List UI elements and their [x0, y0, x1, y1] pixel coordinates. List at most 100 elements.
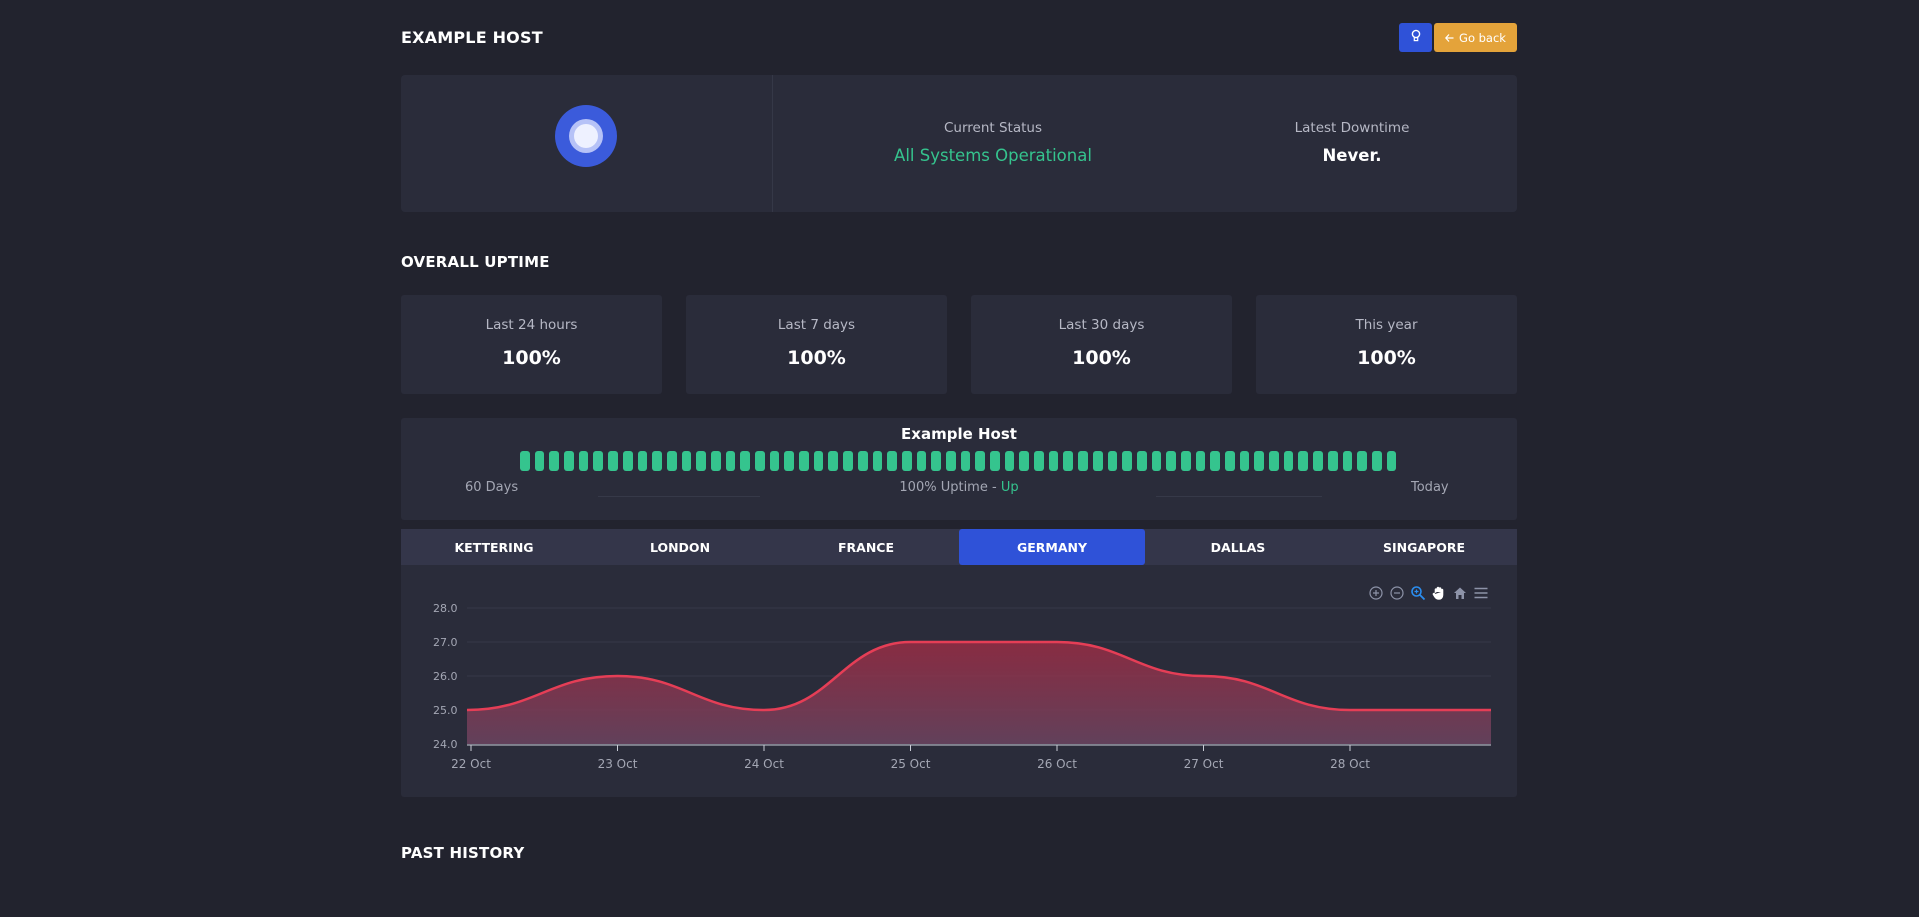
- uptime-day-bar[interactable]: [784, 451, 795, 471]
- uptime-value: 100%: [787, 347, 846, 369]
- uptime-day-bar[interactable]: [549, 451, 560, 471]
- x-tick-label: 22 Oct: [451, 757, 491, 771]
- uptime-day-bar[interactable]: [872, 451, 883, 471]
- uptime-day-bar[interactable]: [1225, 451, 1235, 471]
- uptime-day-bar[interactable]: [931, 451, 941, 471]
- tab-london[interactable]: LONDON: [587, 529, 773, 565]
- uptime-day-bar[interactable]: [1195, 451, 1206, 471]
- uptime-day-bar[interactable]: [696, 451, 706, 471]
- uptime-day-bar[interactable]: [975, 451, 985, 471]
- uptime-day-bar[interactable]: [990, 451, 1000, 471]
- uptime-label: Last 30 days: [1058, 317, 1145, 333]
- tab-singapore[interactable]: SINGAPORE: [1331, 529, 1517, 565]
- current-status-value: All Systems Operational: [894, 146, 1092, 165]
- uptime-day-bar[interactable]: [755, 451, 765, 471]
- uptime-day-bar[interactable]: [1136, 451, 1147, 471]
- uptime-day-bar[interactable]: [1371, 451, 1382, 471]
- current-status-label: Current Status: [943, 120, 1042, 136]
- y-tick-label: 25.0: [433, 704, 458, 717]
- uptime-day-bar[interactable]: [1078, 451, 1088, 471]
- uptime-day-bar[interactable]: [1298, 451, 1309, 471]
- uptime-day-bar[interactable]: [1313, 451, 1323, 471]
- uptime-day-bar[interactable]: [1107, 451, 1118, 471]
- uptime-day-bar[interactable]: [637, 451, 648, 471]
- uptime-day-bar[interactable]: [1342, 451, 1353, 471]
- uptime-bars: [520, 451, 1397, 471]
- uptime-day-bar[interactable]: [1357, 451, 1367, 471]
- uptime-day-bar[interactable]: [666, 451, 677, 471]
- uptime-day-bar[interactable]: [843, 451, 853, 471]
- past-history-title: PAST HISTORY: [401, 844, 525, 862]
- region-tabs: KETTERING LONDON FRANCE GERMANY DALLAS S…: [401, 529, 1517, 565]
- uptime-day-bar[interactable]: [887, 451, 897, 471]
- uptime-day-bar[interactable]: [945, 451, 956, 471]
- current-status: Current Status All Systems Operational: [893, 120, 1093, 165]
- status-divider: [772, 75, 773, 212]
- x-tick-label: 28 Oct: [1330, 757, 1370, 771]
- uptime-summary-text: 100% Uptime -: [899, 480, 1001, 495]
- uptime-day-bar[interactable]: [901, 451, 912, 471]
- uptime-day-bar[interactable]: [1283, 451, 1294, 471]
- latest-downtime-label: Latest Downtime: [1294, 120, 1410, 136]
- uptime-card-24h: Last 24 hours 100%: [401, 295, 662, 394]
- uptime-day-bar[interactable]: [916, 451, 927, 471]
- tab-dallas[interactable]: DALLAS: [1145, 529, 1331, 565]
- uptime-day-bar[interactable]: [1092, 451, 1103, 471]
- uptime-day-bar[interactable]: [1269, 451, 1279, 471]
- y-tick-label: 27.0: [433, 636, 458, 649]
- uptime-day-bar[interactable]: [564, 451, 574, 471]
- uptime-day-bar[interactable]: [1063, 451, 1074, 471]
- bars-divider-right: [1156, 496, 1322, 497]
- uptime-day-bar[interactable]: [1034, 451, 1044, 471]
- uptime-day-bar[interactable]: [1210, 451, 1220, 471]
- uptime-day-bar[interactable]: [1048, 451, 1059, 471]
- lightbulb-icon: [1410, 28, 1422, 47]
- uptime-day-bar[interactable]: [960, 451, 971, 471]
- uptime-day-bar[interactable]: [1180, 451, 1191, 471]
- x-tick-label: 25 Oct: [891, 757, 931, 771]
- uptime-day-bar[interactable]: [769, 451, 780, 471]
- uptime-day-bar[interactable]: [534, 451, 545, 471]
- uptime-day-bar[interactable]: [681, 451, 692, 471]
- uptime-day-bar[interactable]: [652, 451, 662, 471]
- bars-end-label: Today: [1411, 480, 1449, 495]
- uptime-card-30d: Last 30 days 100%: [971, 295, 1232, 394]
- page-title: EXAMPLE HOST: [401, 28, 543, 47]
- uptime-day-bar[interactable]: [1019, 451, 1030, 471]
- tab-france[interactable]: FRANCE: [773, 529, 959, 565]
- uptime-day-bar[interactable]: [1151, 451, 1162, 471]
- uptime-day-bar[interactable]: [1239, 451, 1250, 471]
- uptime-day-bar[interactable]: [622, 451, 633, 471]
- uptime-day-bar[interactable]: [828, 451, 839, 471]
- uptime-day-bar[interactable]: [1122, 451, 1132, 471]
- uptime-status-text: Up: [1000, 480, 1019, 495]
- uptime-day-bar[interactable]: [1166, 451, 1176, 471]
- latest-downtime-value: Never.: [1322, 146, 1382, 165]
- go-back-button[interactable]: Go back: [1434, 23, 1517, 52]
- uptime-day-bar[interactable]: [578, 451, 589, 471]
- status-indicator-icon: [555, 105, 617, 167]
- uptime-day-bar[interactable]: [1386, 451, 1397, 471]
- uptime-day-bar[interactable]: [725, 451, 736, 471]
- uptime-day-bar[interactable]: [1327, 451, 1338, 471]
- uptime-day-bar[interactable]: [1004, 451, 1015, 471]
- y-tick-label: 26.0: [433, 670, 458, 683]
- uptime-bars-card: Example Host 60 Days 100% Uptime - Up To…: [401, 418, 1517, 520]
- uptime-day-bar[interactable]: [740, 451, 750, 471]
- x-tick-label: 27 Oct: [1184, 757, 1224, 771]
- uptime-day-bar[interactable]: [813, 451, 824, 471]
- y-tick-label: 28.0: [433, 602, 458, 615]
- uptime-day-bar[interactable]: [857, 451, 868, 471]
- uptime-day-bar[interactable]: [710, 451, 721, 471]
- uptime-value: 100%: [1357, 347, 1416, 369]
- uptime-day-bar[interactable]: [799, 451, 809, 471]
- tab-germany[interactable]: GERMANY: [959, 529, 1145, 565]
- tab-kettering[interactable]: KETTERING: [401, 529, 587, 565]
- uptime-day-bar[interactable]: [1254, 451, 1265, 471]
- overall-uptime-title: OVERALL UPTIME: [401, 253, 550, 271]
- response-chart-card: 28.0 27.0 26.0 25.0 24.0 22 Oct 23 Oct 24 Oct 25…: [401, 565, 1517, 797]
- uptime-day-bar[interactable]: [593, 451, 604, 471]
- uptime-day-bar[interactable]: [608, 451, 618, 471]
- theme-toggle-button[interactable]: [1399, 23, 1432, 52]
- uptime-day-bar[interactable]: [520, 451, 530, 471]
